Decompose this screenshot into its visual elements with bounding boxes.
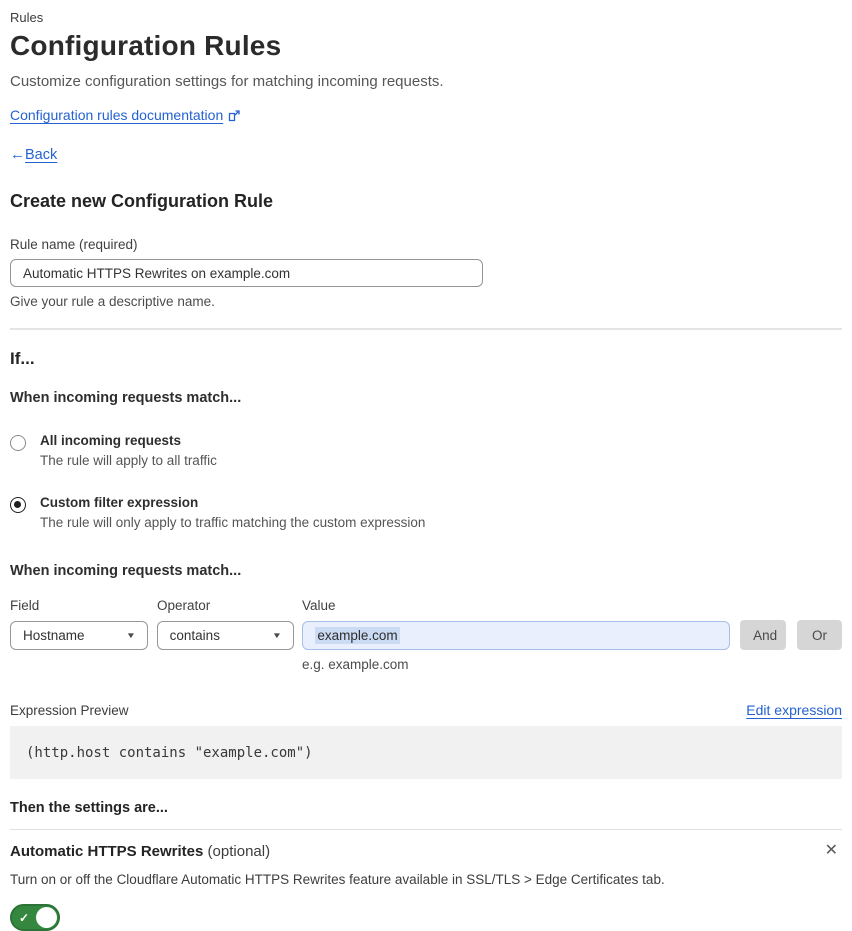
expression-code-text: (http.host contains "example.com")	[26, 744, 313, 761]
rule-name-input[interactable]	[10, 259, 483, 287]
and-button[interactable]: And	[740, 620, 787, 650]
rule-name-help: Give your rule a descriptive name.	[10, 294, 215, 309]
radio-label: Custom filter expression	[40, 495, 199, 510]
edit-expression-link[interactable]: Edit expression	[746, 702, 842, 718]
rule-name-label: Rule name (required)	[10, 237, 138, 252]
chevron-down-icon: ▼	[125, 630, 136, 640]
documentation-link[interactable]: Configuration rules documentation	[10, 107, 223, 123]
check-icon: ✓	[19, 910, 30, 925]
expression-preview-label: Expression Preview	[10, 703, 129, 718]
value-input[interactable]: example.com	[302, 620, 731, 650]
radio-description: The rule will only apply to traffic matc…	[40, 515, 426, 530]
setting-description: Turn on or off the Cloudflare Automatic …	[10, 872, 665, 887]
page-title: Configuration Rules	[10, 30, 282, 61]
back-arrow-icon: ←	[10, 146, 25, 163]
configuration-rules-page: Rules Configuration Rules Customize conf…	[0, 0, 852, 931]
chevron-down-icon: ▼	[272, 630, 283, 640]
setting-card-automatic-https-rewrites: Automatic HTTPS Rewrites (optional) ✕ Tu…	[10, 829, 842, 931]
builder-heading: When incoming requests match...	[10, 563, 242, 579]
radio-selected-icon[interactable]	[10, 497, 26, 513]
expression-preview-code: (http.host contains "example.com")	[10, 726, 842, 779]
section-divider	[10, 328, 842, 330]
toggle-knob	[36, 907, 57, 928]
breadcrumb: Rules	[10, 10, 44, 25]
field-select[interactable]: Hostname ▼	[10, 620, 148, 650]
radio-custom-filter-expression[interactable]: Custom filter expression The rule will o…	[10, 495, 842, 530]
edit-expression-label: Edit expression	[746, 702, 842, 718]
radio-unselected-icon[interactable]	[10, 435, 26, 451]
operator-select-value: contains	[169, 627, 220, 643]
value-input-text: example.com	[315, 626, 400, 644]
radio-label: All incoming requests	[40, 433, 182, 448]
documentation-link-label: Configuration rules documentation	[10, 107, 224, 123]
back-link[interactable]: ←Back	[10, 146, 57, 163]
field-select-value: Hostname	[23, 627, 85, 643]
then-settings-heading: Then the settings are...	[10, 800, 168, 816]
setting-optional-suffix: (optional)	[207, 843, 271, 860]
external-link-icon	[228, 109, 240, 122]
or-button[interactable]: Or	[797, 620, 842, 650]
create-rule-heading: Create new Configuration Rule	[10, 191, 274, 211]
field-label: Field	[10, 598, 40, 613]
setting-name: Automatic HTTPS Rewrites	[10, 843, 204, 860]
operator-select[interactable]: contains ▼	[156, 620, 295, 650]
back-link-label: Back	[25, 147, 58, 163]
radio-all-incoming-requests[interactable]: All incoming requests The rule will appl…	[10, 433, 842, 468]
operator-label: Operator	[157, 598, 211, 613]
automatic-https-rewrites-toggle[interactable]: ✓	[10, 904, 60, 931]
if-heading: If...	[10, 349, 35, 368]
value-label: Value	[302, 598, 336, 613]
setting-card-title: Automatic HTTPS Rewrites (optional)	[10, 843, 270, 860]
close-icon[interactable]: ✕	[821, 843, 842, 859]
value-hint: e.g. example.com	[302, 657, 409, 672]
match-heading: When incoming requests match...	[10, 390, 242, 406]
radio-description: The rule will apply to all traffic	[40, 453, 217, 468]
page-subtitle: Customize configuration settings for mat…	[10, 73, 444, 90]
